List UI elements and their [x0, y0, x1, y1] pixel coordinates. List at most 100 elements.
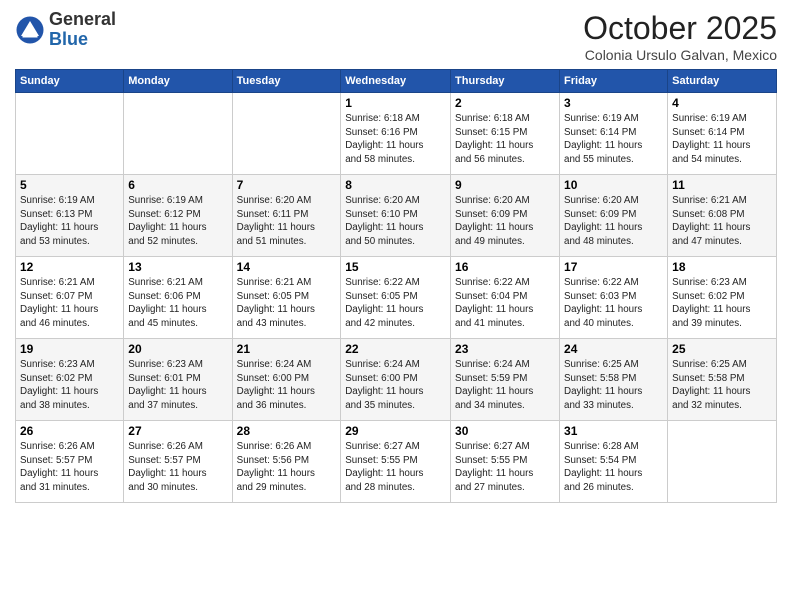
- header: General Blue October 2025 Colonia Ursulo…: [15, 10, 777, 63]
- day-number: 5: [20, 178, 119, 192]
- calendar: Sunday Monday Tuesday Wednesday Thursday…: [15, 69, 777, 503]
- logo-text: General Blue: [49, 10, 116, 50]
- day-number: 23: [455, 342, 555, 356]
- day-number: 18: [672, 260, 772, 274]
- calendar-cell: 15 Sunrise: 6:22 AM Sunset: 6:05 PM Dayli…: [341, 257, 451, 339]
- day-info: Sunrise: 6:27 AM Sunset: 5:55 PM Dayligh…: [345, 440, 446, 495]
- day-info: Sunrise: 6:19 AM Sunset: 6:14 PM Dayligh…: [564, 112, 663, 167]
- col-monday: Monday: [124, 70, 232, 93]
- day-info: Sunrise: 6:20 AM Sunset: 6:09 PM Dayligh…: [455, 194, 555, 249]
- day-info: Sunrise: 6:23 AM Sunset: 6:02 PM Dayligh…: [20, 358, 119, 413]
- day-number: 7: [237, 178, 337, 192]
- day-number: 28: [237, 424, 337, 438]
- col-tuesday: Tuesday: [232, 70, 341, 93]
- calendar-cell: 2 Sunrise: 6:18 AM Sunset: 6:15 PM Daylig…: [451, 93, 560, 175]
- day-info: Sunrise: 6:27 AM Sunset: 5:55 PM Dayligh…: [455, 440, 555, 495]
- calendar-week-row: 12 Sunrise: 6:21 AM Sunset: 6:07 PM Dayli…: [16, 257, 777, 339]
- calendar-cell: [668, 421, 777, 503]
- day-number: 11: [672, 178, 772, 192]
- day-number: 25: [672, 342, 772, 356]
- col-saturday: Saturday: [668, 70, 777, 93]
- calendar-cell: 8Sunrise: 6:20 AM Sunset: 6:10 PM Daylig…: [341, 175, 451, 257]
- calendar-header-row: Sunday Monday Tuesday Wednesday Thursday…: [16, 70, 777, 93]
- calendar-cell: 30Sunrise: 6:27 AM Sunset: 5:55 PM Dayli…: [451, 421, 560, 503]
- day-info: Sunrise: 6:24 AM Sunset: 5:59 PM Dayligh…: [455, 358, 555, 413]
- calendar-cell: 16 Sunrise: 6:22 AM Sunset: 6:04 PM Dayli…: [451, 257, 560, 339]
- location-title: Colonia Ursulo Galvan, Mexico: [583, 47, 777, 63]
- day-number: 31: [564, 424, 663, 438]
- day-info: Sunrise: 6:25 AM Sunset: 5:58 PM Dayligh…: [564, 358, 663, 413]
- calendar-cell: 18Sunrise: 6:23 AM Sunset: 6:02 PM Dayli…: [668, 257, 777, 339]
- day-info: Sunrise: 6:23 AM Sunset: 6:01 PM Dayligh…: [128, 358, 227, 413]
- day-info: Sunrise: 6:24 AM Sunset: 6:00 PM Dayligh…: [345, 358, 446, 413]
- day-number: 21: [237, 342, 337, 356]
- calendar-cell: 4 Sunrise: 6:19 AM Sunset: 6:14 PM Daylig…: [668, 93, 777, 175]
- day-info: Sunrise: 6:18 AM Sunset: 6:15 PM Dayligh…: [455, 112, 555, 167]
- day-info: Sunrise: 6:25 AM Sunset: 5:58 PM Dayligh…: [672, 358, 772, 413]
- day-number: 13: [128, 260, 227, 274]
- calendar-cell: 27 Sunrise: 6:26 AM Sunset: 5:57 PM Dayli…: [124, 421, 232, 503]
- logo-general: General: [49, 10, 116, 30]
- calendar-cell: 6Sunrise: 6:19 AM Sunset: 6:12 PM Daylig…: [124, 175, 232, 257]
- day-number: 22: [345, 342, 446, 356]
- calendar-cell: 29 Sunrise: 6:27 AM Sunset: 5:55 PM Dayli…: [341, 421, 451, 503]
- day-number: 6: [128, 178, 227, 192]
- col-thursday: Thursday: [451, 70, 560, 93]
- col-friday: Friday: [560, 70, 668, 93]
- day-info: Sunrise: 6:24 AM Sunset: 6:00 PM Dayligh…: [237, 358, 337, 413]
- calendar-cell: 19 Sunrise: 6:23 AM Sunset: 6:02 PM Dayli…: [16, 339, 124, 421]
- day-number: 15: [345, 260, 446, 274]
- day-number: 9: [455, 178, 555, 192]
- calendar-cell: [232, 93, 341, 175]
- day-number: 16: [455, 260, 555, 274]
- col-sunday: Sunday: [16, 70, 124, 93]
- day-info: Sunrise: 6:28 AM Sunset: 5:54 PM Dayligh…: [564, 440, 663, 495]
- day-info: Sunrise: 6:21 AM Sunset: 6:07 PM Dayligh…: [20, 276, 119, 331]
- logo-blue: Blue: [49, 30, 116, 50]
- calendar-cell: 13 Sunrise: 6:21 AM Sunset: 6:06 PM Dayli…: [124, 257, 232, 339]
- day-info: Sunrise: 6:21 AM Sunset: 6:08 PM Dayligh…: [672, 194, 772, 249]
- logo-icon: [15, 15, 45, 45]
- day-number: 2: [455, 96, 555, 110]
- day-number: 19: [20, 342, 119, 356]
- day-number: 24: [564, 342, 663, 356]
- day-info: Sunrise: 6:22 AM Sunset: 6:04 PM Dayligh…: [455, 276, 555, 331]
- day-info: Sunrise: 6:20 AM Sunset: 6:09 PM Dayligh…: [564, 194, 663, 249]
- calendar-cell: [124, 93, 232, 175]
- calendar-cell: 31 Sunrise: 6:28 AM Sunset: 5:54 PM Dayli…: [560, 421, 668, 503]
- calendar-cell: 1Sunrise: 6:18 AM Sunset: 6:16 PM Daylig…: [341, 93, 451, 175]
- day-number: 26: [20, 424, 119, 438]
- month-title: October 2025: [583, 10, 777, 47]
- calendar-cell: 17Sunrise: 6:22 AM Sunset: 6:03 PM Dayli…: [560, 257, 668, 339]
- calendar-cell: 25 Sunrise: 6:25 AM Sunset: 5:58 PM Dayli…: [668, 339, 777, 421]
- day-info: Sunrise: 6:19 AM Sunset: 6:14 PM Dayligh…: [672, 112, 772, 167]
- calendar-week-row: 5 Sunrise: 6:19 AM Sunset: 6:13 PM Daylig…: [16, 175, 777, 257]
- page: General Blue October 2025 Colonia Ursulo…: [0, 0, 792, 612]
- calendar-cell: 9 Sunrise: 6:20 AM Sunset: 6:09 PM Daylig…: [451, 175, 560, 257]
- day-info: Sunrise: 6:19 AM Sunset: 6:13 PM Dayligh…: [20, 194, 119, 249]
- calendar-cell: 22 Sunrise: 6:24 AM Sunset: 6:00 PM Dayli…: [341, 339, 451, 421]
- logo-area: General Blue: [15, 10, 116, 50]
- calendar-cell: 20 Sunrise: 6:23 AM Sunset: 6:01 PM Dayli…: [124, 339, 232, 421]
- day-number: 29: [345, 424, 446, 438]
- day-number: 27: [128, 424, 227, 438]
- calendar-cell: 28Sunrise: 6:26 AM Sunset: 5:56 PM Dayli…: [232, 421, 341, 503]
- day-number: 17: [564, 260, 663, 274]
- day-number: 4: [672, 96, 772, 110]
- day-number: 20: [128, 342, 227, 356]
- day-info: Sunrise: 6:26 AM Sunset: 5:57 PM Dayligh…: [128, 440, 227, 495]
- calendar-cell: 10Sunrise: 6:20 AM Sunset: 6:09 PM Dayli…: [560, 175, 668, 257]
- calendar-cell: 21 Sunrise: 6:24 AM Sunset: 6:00 PM Dayli…: [232, 339, 341, 421]
- day-info: Sunrise: 6:20 AM Sunset: 6:10 PM Dayligh…: [345, 194, 446, 249]
- day-number: 12: [20, 260, 119, 274]
- day-info: Sunrise: 6:22 AM Sunset: 6:05 PM Dayligh…: [345, 276, 446, 331]
- calendar-cell: 14Sunrise: 6:21 AM Sunset: 6:05 PM Dayli…: [232, 257, 341, 339]
- calendar-week-row: 19 Sunrise: 6:23 AM Sunset: 6:02 PM Dayli…: [16, 339, 777, 421]
- calendar-cell: 5 Sunrise: 6:19 AM Sunset: 6:13 PM Daylig…: [16, 175, 124, 257]
- day-info: Sunrise: 6:21 AM Sunset: 6:06 PM Dayligh…: [128, 276, 227, 331]
- calendar-week-row: 26 Sunrise: 6:26 AM Sunset: 5:57 PM Dayli…: [16, 421, 777, 503]
- day-info: Sunrise: 6:20 AM Sunset: 6:11 PM Dayligh…: [237, 194, 337, 249]
- day-info: Sunrise: 6:26 AM Sunset: 5:57 PM Dayligh…: [20, 440, 119, 495]
- calendar-cell: 23 Sunrise: 6:24 AM Sunset: 5:59 PM Dayli…: [451, 339, 560, 421]
- day-number: 1: [345, 96, 446, 110]
